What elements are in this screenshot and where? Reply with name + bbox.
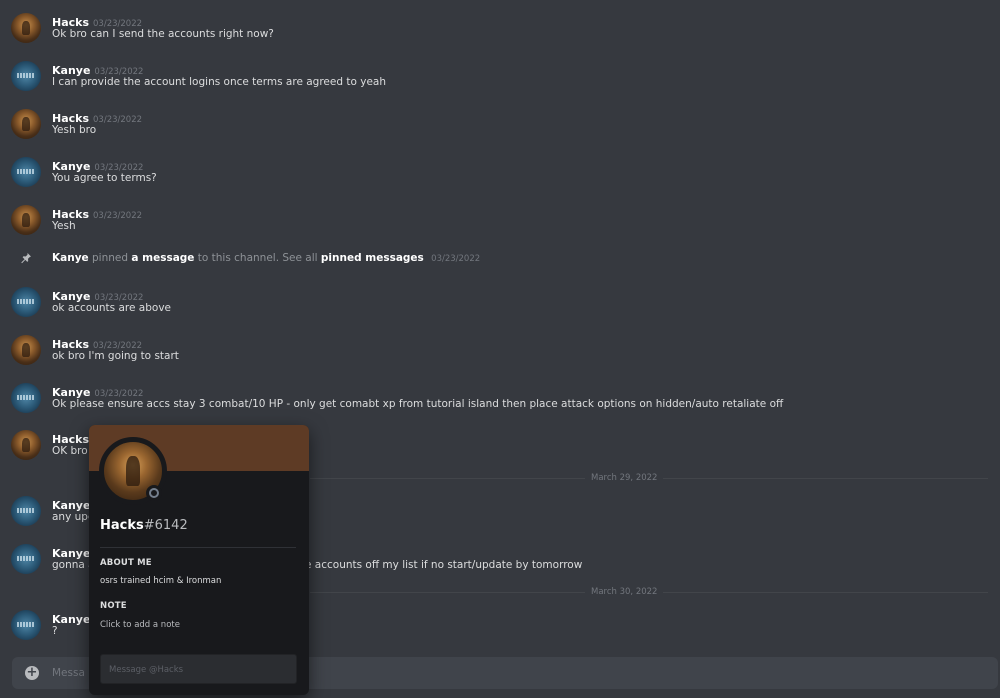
message-text: ok bro I'm going to start	[52, 350, 179, 362]
message-text: I can provide the account logins once te…	[52, 76, 386, 88]
kanye-avatar[interactable]	[11, 61, 41, 91]
offline-status-icon	[146, 485, 162, 501]
pin-author[interactable]: Kanye	[52, 252, 89, 264]
hacks-avatar[interactable]	[11, 13, 41, 43]
message-text: Ok please ensure accs stay 3 combat/10 H…	[52, 398, 784, 410]
message: Hacks 03/23/2022 Yesh bro	[0, 107, 1000, 151]
about-me-label: ABOUT ME	[100, 558, 152, 568]
profile-discriminator: #6142	[143, 518, 188, 533]
pinned-message-link[interactable]: a message	[131, 252, 194, 264]
profile-username: Hacks	[100, 518, 144, 533]
message-timestamp: 03/23/2022	[93, 211, 143, 221]
message: Kanye 03/23/2022 ok accounts are above	[0, 285, 1000, 329]
date-divider: March 29, 2022	[310, 472, 1000, 484]
pin-timestamp: 03/23/2022	[431, 254, 481, 264]
add-attachment-icon[interactable]: +	[25, 666, 39, 680]
profile-divider	[100, 547, 296, 548]
profile-message-input[interactable]: Message @Hacks	[100, 654, 297, 684]
note-field[interactable]: Click to add a note	[100, 620, 180, 630]
pin-notice: Kanye pinned a message to this channel. …	[0, 251, 1000, 267]
message-text: OK bro	[52, 445, 88, 457]
message-timestamp: 03/23/2022	[93, 115, 143, 125]
message: Hacks 03/23/2022 Yesh	[0, 203, 1000, 247]
user-profile-popout: Hacks#6142 ABOUT ME osrs trained hcim & …	[89, 425, 309, 695]
note-label: NOTE	[100, 601, 127, 611]
pin-verb: pinned	[92, 252, 129, 264]
kanye-avatar[interactable]	[11, 610, 41, 640]
date-divider-label: March 30, 2022	[585, 586, 664, 598]
date-divider: March 30, 2022	[310, 586, 1000, 598]
pin-icon	[21, 253, 31, 264]
kanye-avatar[interactable]	[11, 383, 41, 413]
message: Kanye 03/23/2022 I can provide the accoun…	[0, 59, 1000, 103]
profile-name: Hacks#6142	[100, 518, 188, 533]
message-text: Ok bro can I send the accounts right now…	[52, 28, 274, 40]
profile-message-placeholder: Message @Hacks	[109, 665, 184, 675]
message: Kanye 03/23/2022 You agree to terms?	[0, 155, 1000, 199]
kanye-avatar[interactable]	[11, 496, 41, 526]
message: Hacks 03/23/2022 ok bro I'm going to star…	[0, 333, 1000, 377]
kanye-avatar[interactable]	[11, 157, 41, 187]
hacks-avatar[interactable]	[11, 205, 41, 235]
hacks-avatar[interactable]	[11, 430, 41, 460]
pin-middle-text: to this channel. See all	[197, 252, 318, 264]
message: Hacks 03/23/2022 Ok bro can I send the ac…	[0, 11, 1000, 55]
about-me-text: osrs trained hcim & Ironman	[100, 576, 222, 586]
message-text-tail: e accounts off my list if no start/updat…	[305, 559, 583, 571]
message-text: Yesh bro	[52, 124, 97, 136]
message-text: ?	[52, 625, 58, 637]
message-author[interactable]: Kanye	[52, 613, 90, 626]
kanye-avatar[interactable]	[11, 287, 41, 317]
message-text: ok accounts are above	[52, 302, 171, 314]
hacks-avatar[interactable]	[11, 109, 41, 139]
message-text: You agree to terms?	[52, 172, 157, 184]
hacks-avatar[interactable]	[11, 335, 41, 365]
kanye-avatar[interactable]	[11, 544, 41, 574]
message-text: Yesh	[52, 220, 76, 232]
date-divider-label: March 29, 2022	[585, 472, 664, 484]
message: Kanye 03/23/2022 Ok please ensure accs st…	[0, 381, 1000, 425]
pinned-messages-link[interactable]: pinned messages	[321, 252, 424, 264]
